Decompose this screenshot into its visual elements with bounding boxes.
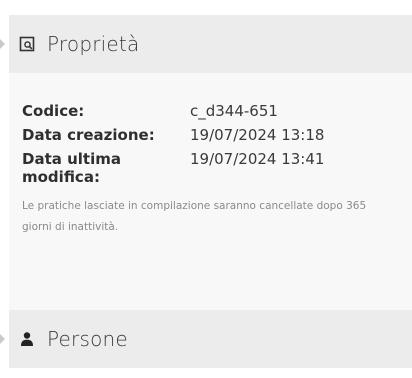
modified-label: Data ultima modifica: (22, 150, 121, 186)
code-row: Codice: c_d344-651 (22, 102, 278, 120)
left-gutter (0, 0, 9, 378)
persons-title: Persone (47, 327, 128, 351)
person-icon (19, 331, 35, 347)
properties-title: Proprietà (47, 32, 140, 56)
document-search-icon (19, 36, 35, 52)
caret-right-icon (0, 39, 5, 49)
persons-header[interactable]: Persone (0, 310, 412, 368)
retention-note: Le pratiche lasciate in compilazione sar… (22, 200, 367, 233)
created-label: Data creazione: (22, 126, 155, 144)
code-label: Codice: (22, 102, 85, 120)
code-value: c_d344-651 (190, 102, 278, 120)
caret-right-icon (0, 334, 5, 344)
created-value: 19/07/2024 13:18 (190, 126, 325, 144)
properties-header[interactable]: Proprietà (0, 15, 412, 73)
created-row: Data creazione: 19/07/2024 13:18 (22, 126, 324, 144)
modified-value: 19/07/2024 13:41 (190, 150, 325, 168)
modified-row: Data ultima modifica: 19/07/2024 13:41 (22, 150, 324, 186)
properties-body: Codice: c_d344-651 Data creazione: 19/07… (9, 73, 412, 310)
